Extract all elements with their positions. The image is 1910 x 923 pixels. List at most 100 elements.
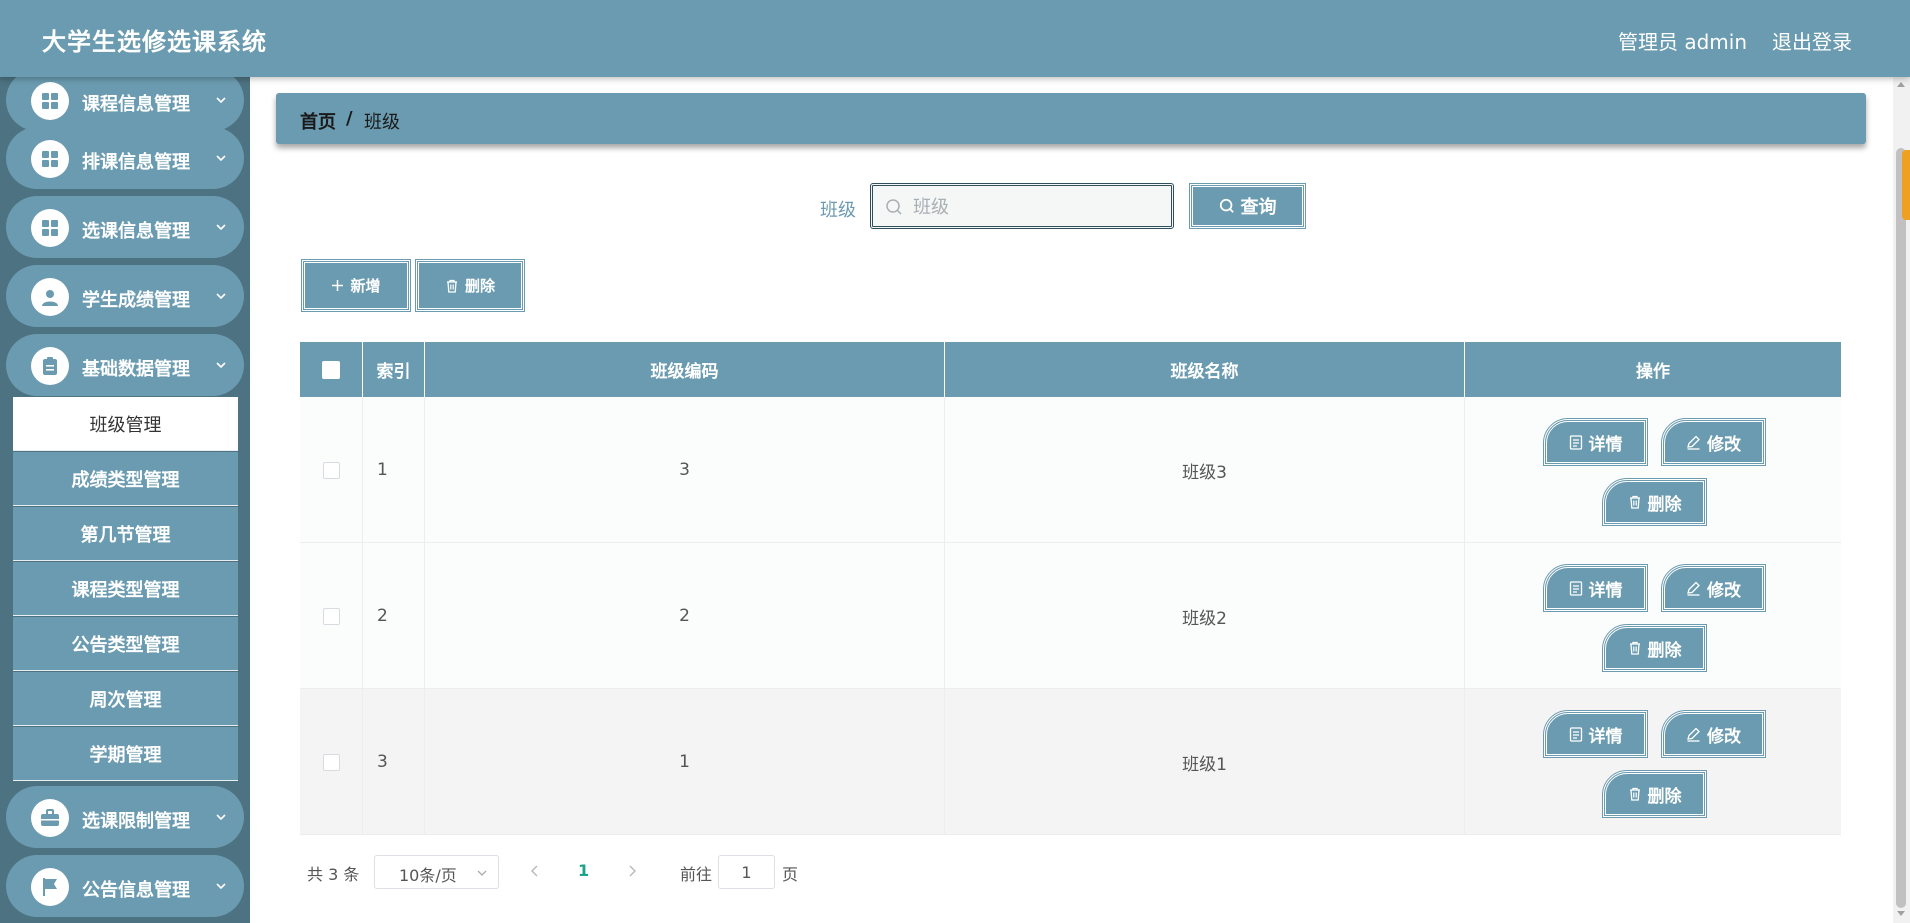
chevron-down-icon	[216, 155, 226, 162]
chevron-down-icon	[477, 870, 487, 876]
chevron-down-icon	[216, 224, 226, 231]
code-cell: 2	[425, 543, 945, 689]
page-number[interactable]: 1	[578, 861, 589, 880]
top-header: 大学生选修选课系统 管理员 admin 退出登录	[0, 0, 1910, 77]
delete-button[interactable]: 删除	[1602, 624, 1707, 672]
table-row: 1 3 班级3 详情 修改 删除	[300, 397, 1841, 543]
menu-label: 基础数据管理	[82, 359, 190, 380]
prev-page-icon[interactable]	[528, 863, 542, 879]
submenu-class-management[interactable]: 班级管理	[13, 397, 238, 451]
search-icon	[1219, 198, 1234, 213]
briefcase-icon	[31, 799, 69, 837]
index-cell: 1	[363, 397, 425, 543]
delete-label: 删除	[1647, 640, 1682, 661]
chevron-down-icon	[216, 362, 226, 369]
detail-button[interactable]: 详情	[1543, 564, 1648, 612]
submenu-semester[interactable]: 学期管理	[13, 727, 238, 781]
page-size-select[interactable]: 10条/页	[374, 855, 499, 889]
select-all-checkbox[interactable]	[322, 360, 340, 379]
sidebar: 课程信息管理 排课信息管理 选课信息管理 学生成绩管理 基础数据管理 班级管理 …	[0, 77, 250, 923]
scroll-down-icon[interactable]	[1896, 910, 1906, 918]
index-cell: 3	[363, 689, 425, 835]
menu-notice-info[interactable]: 公告信息管理	[6, 855, 244, 917]
page-size-value: 10条/页	[399, 866, 457, 885]
table-header: 索引 班级编码 班级名称 操作	[300, 342, 1841, 397]
menu-basic-data[interactable]: 基础数据管理	[6, 334, 244, 396]
edit-icon	[1687, 581, 1700, 596]
current-user: 管理员 admin	[1618, 30, 1748, 54]
row-checkbox[interactable]	[322, 753, 340, 771]
class-table: 索引 班级编码 班级名称 操作 1 3 班级3 详情 修改 删除 2 2 班级2…	[300, 342, 1841, 835]
menu-selection-limit[interactable]: 选课限制管理	[6, 786, 244, 848]
actions-cell: 详情 修改 删除	[1465, 397, 1841, 543]
row-select-cell	[300, 689, 363, 835]
menu-student-scores[interactable]: 学生成绩管理	[6, 265, 244, 327]
column-header-name: 班级名称	[945, 342, 1465, 397]
pagination: 共 3 条 10条/页 1 前往 页	[300, 855, 900, 889]
menu-label: 公告信息管理	[82, 880, 190, 901]
query-button[interactable]: 查询	[1189, 183, 1306, 229]
goto-label: 前往	[680, 865, 713, 884]
search-input[interactable]	[913, 194, 1163, 220]
next-page-icon[interactable]	[625, 863, 639, 879]
edit-label: 修改	[1707, 580, 1741, 601]
detail-button[interactable]: 详情	[1543, 710, 1648, 758]
add-button[interactable]: 新增	[301, 259, 411, 312]
batch-delete-label: 删除	[464, 277, 495, 295]
column-header-code: 班级编码	[425, 342, 945, 397]
query-button-label: 查询	[1240, 197, 1277, 218]
edit-button[interactable]: 修改	[1661, 418, 1766, 466]
document-icon	[1569, 580, 1582, 596]
edit-icon	[1687, 435, 1700, 450]
menu-course-info[interactable]: 课程信息管理	[6, 77, 244, 131]
flag-icon	[31, 868, 69, 906]
menu-label: 选课限制管理	[82, 811, 190, 832]
delete-label: 删除	[1647, 786, 1682, 807]
edit-button[interactable]: 修改	[1661, 710, 1766, 758]
column-header-index: 索引	[363, 342, 425, 397]
menu-selection-info[interactable]: 选课信息管理	[6, 196, 244, 258]
scroll-up-icon[interactable]	[1896, 80, 1906, 88]
logout-link[interactable]: 退出登录	[1772, 26, 1852, 55]
edit-button[interactable]: 修改	[1661, 564, 1766, 612]
grid-icon	[31, 209, 69, 247]
submenu-course-type[interactable]: 课程类型管理	[13, 562, 238, 616]
delete-button[interactable]: 删除	[1602, 478, 1707, 526]
row-checkbox[interactable]	[322, 461, 340, 479]
index-cell: 2	[363, 543, 425, 689]
submenu-period[interactable]: 第几节管理	[13, 507, 238, 561]
chevron-down-icon	[216, 97, 226, 104]
delete-button[interactable]: 删除	[1602, 770, 1707, 818]
menu-schedule-info[interactable]: 排课信息管理	[6, 127, 244, 189]
name-cell: 班级1	[945, 689, 1465, 835]
chevron-down-icon	[216, 883, 226, 890]
breadcrumb: 首页 / 班级	[276, 93, 1866, 144]
document-icon	[1569, 726, 1582, 742]
row-checkbox[interactable]	[322, 607, 340, 625]
grid-icon	[31, 140, 69, 178]
chevron-down-icon	[216, 293, 226, 300]
add-button-label: 新增	[350, 277, 381, 295]
code-cell: 1	[425, 689, 945, 835]
row-select-cell	[300, 543, 363, 689]
submenu-score-type[interactable]: 成绩类型管理	[13, 452, 238, 506]
trash-icon	[1629, 641, 1640, 655]
breadcrumb-home[interactable]: 首页	[300, 108, 336, 134]
scrollbar-thumb[interactable]	[1896, 148, 1906, 908]
batch-delete-button[interactable]: 删除	[415, 259, 525, 312]
trash-icon	[446, 279, 457, 293]
submenu-week[interactable]: 周次管理	[13, 672, 238, 726]
delete-label: 删除	[1647, 494, 1682, 515]
detail-label: 详情	[1588, 434, 1623, 455]
menu-label: 课程信息管理	[82, 94, 190, 115]
page-suffix: 页	[782, 865, 799, 884]
search-icon	[886, 199, 902, 215]
plus-icon	[332, 280, 344, 291]
submenu-notice-type[interactable]: 公告类型管理	[13, 617, 238, 671]
detail-button[interactable]: 详情	[1543, 418, 1648, 466]
header-select-all	[300, 342, 363, 397]
goto-page-input[interactable]	[718, 855, 775, 889]
grid-icon	[31, 82, 69, 120]
actions-cell: 详情 修改 删除	[1465, 689, 1841, 835]
menu-label: 选课信息管理	[82, 221, 190, 242]
